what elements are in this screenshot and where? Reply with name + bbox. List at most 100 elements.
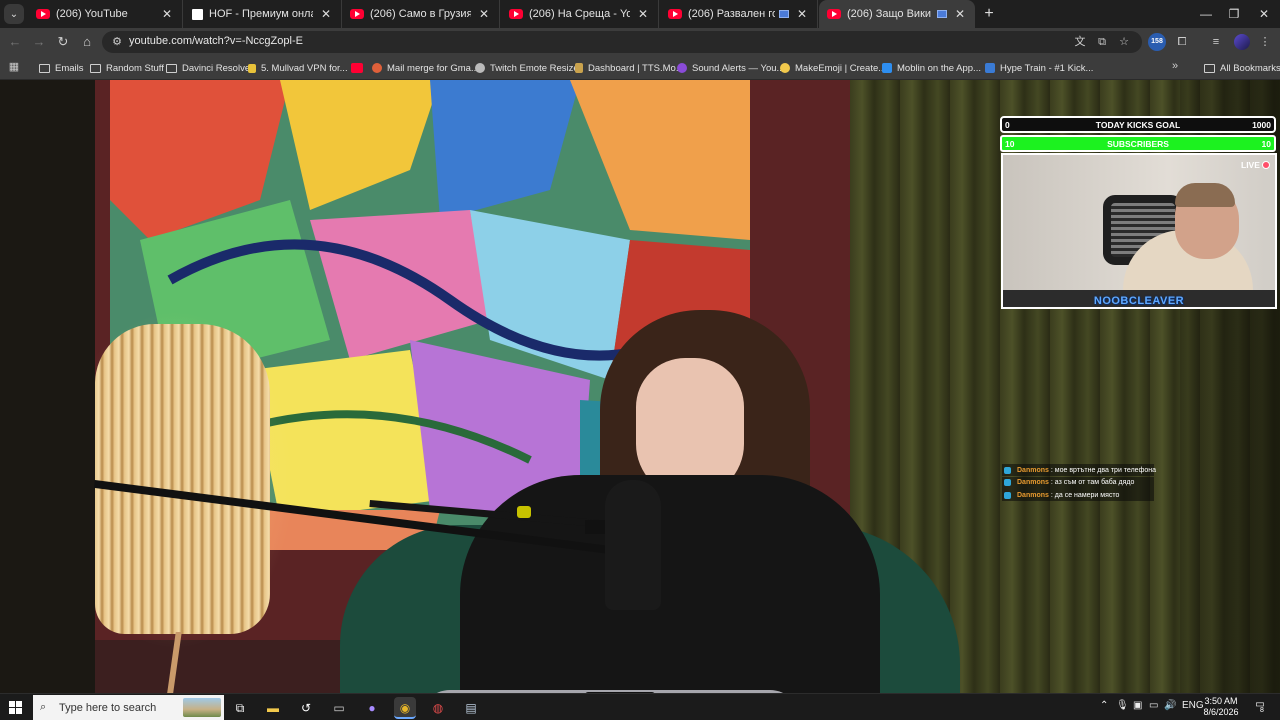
volume-icon[interactable]: 🔊 <box>1164 700 1176 711</box>
streamer-name: NOOBCLEAVER <box>1093 295 1185 307</box>
tab-georgia[interactable]: (206) Само в Грузия / Не бях в ✕ <box>342 0 500 28</box>
tab-search-button[interactable]: ⌄ <box>4 4 24 24</box>
chat-username: Danmons <box>1017 491 1049 499</box>
bookmark-tts[interactable]: Dashboard | TTS.Mo... <box>575 59 684 77</box>
chat-message: Danmons : мое вртътне два три телефона <box>1002 464 1156 476</box>
network-icon[interactable]: ▭ <box>1149 700 1158 711</box>
back-button[interactable]: ← <box>5 32 25 52</box>
tab-razvalen-godezh[interactable]: (206) Развален годеж, нов ✕ <box>660 0 818 28</box>
bookmark-label: MakeEmoji | Create... <box>795 62 887 74</box>
reload-button[interactable]: ↻ <box>53 32 73 52</box>
chat-username: Danmons <box>1017 466 1049 474</box>
task-view-icon[interactable]: ⧉ <box>229 697 251 719</box>
profile-avatar[interactable] <box>1234 34 1250 50</box>
translate-icon[interactable]: 文 <box>1072 34 1088 50</box>
kick-badge-icon <box>1004 491 1011 499</box>
menu-icon[interactable]: ⋮ <box>1257 34 1273 50</box>
bookmark-label: Random Stuff <box>106 62 164 74</box>
bookmark-davinci[interactable]: Davinci Resolve <box>166 59 250 77</box>
new-tab-button[interactable]: + <box>980 4 998 24</box>
bookmark-random-stuff[interactable]: Random Stuff <box>90 59 164 77</box>
windows-start-icon[interactable] <box>9 701 22 714</box>
bookmark-label: Moblin on the App... <box>897 62 981 74</box>
discord-icon[interactable]: ● <box>361 697 383 719</box>
bookmark-emails[interactable]: Emails <box>39 59 84 77</box>
close-icon[interactable]: ✕ <box>795 7 809 21</box>
streamer-hair <box>1175 183 1235 207</box>
bookmark-label: All Bookmarks <box>1220 62 1280 74</box>
tray-overflow-icon[interactable]: ⌃ <box>1100 700 1108 711</box>
sound-alerts-icon <box>677 63 687 73</box>
minimize-button[interactable]: — <box>1196 4 1216 24</box>
search-highlight-image <box>183 698 221 717</box>
mic-clip <box>517 506 531 518</box>
bookmark-label: Mail merge for Gma... <box>387 62 479 74</box>
system-clock[interactable]: 3:50 AM 8/6/2026 <box>1200 696 1242 718</box>
live-label: LIVE <box>1241 160 1260 170</box>
bookmark-label: Sound Alerts — You... <box>692 62 785 74</box>
youtube-icon <box>350 9 364 19</box>
tab-youtube-home[interactable]: (206) YouTube ✕ <box>28 0 183 28</box>
tab-hof[interactable]: HOF - Премиум онлайн магазин ✕ <box>184 0 342 28</box>
app-store-icon <box>882 63 892 73</box>
apps-grid-icon[interactable]: ▦ <box>7 60 21 74</box>
chat-username: Danmons <box>1017 479 1049 486</box>
address-bar[interactable]: ⚙ youtube.com/watch?v=-NccgZopl-E 文 ⧉ ☆ <box>102 31 1142 53</box>
restore-button[interactable]: ❐ <box>1224 4 1244 24</box>
display-icon[interactable]: ▣ <box>1133 700 1142 711</box>
tab-zashto-viki[interactable]: (206) Защо Вики се РАЗДЕ ✕ <box>819 0 975 28</box>
close-icon[interactable]: ✕ <box>953 7 967 21</box>
bookmarks-bar: ▦ Emails Random Stuff Davinci Resolve 5.… <box>0 56 1280 80</box>
clock-time: 3:50 AM <box>1204 696 1238 706</box>
file-explorer-icon[interactable]: ▬ <box>262 697 284 719</box>
microphone <box>605 480 661 610</box>
taskbar-search[interactable]: ⌕ Type here to search <box>33 695 224 720</box>
hype-train-icon <box>985 63 995 73</box>
bookmark-youtube[interactable] <box>351 59 368 77</box>
close-icon[interactable]: ✕ <box>636 7 650 21</box>
extensions-icon[interactable]: ⧠ <box>1174 34 1190 50</box>
site-info-icon[interactable]: ⚙ <box>110 34 124 50</box>
extension-badge[interactable]: 158 <box>1148 33 1166 51</box>
browser-toolbar: ← → ↻ ⌂ ⚙ youtube.com/watch?v=-NccgZopl-… <box>0 28 1280 56</box>
all-bookmarks[interactable]: All Bookmarks <box>1204 59 1280 77</box>
bookmark-mail-merge[interactable]: Mail merge for Gma... <box>372 59 479 77</box>
tab-strip: ⌄ (206) YouTube ✕ HOF - Премиум онлайн м… <box>0 0 1280 28</box>
youtube-icon <box>509 9 523 19</box>
notification-count: 8 <box>1260 707 1264 714</box>
bookmark-mullvad[interactable]: 5. Mullvad VPN for... <box>248 59 348 77</box>
bookmark-sound-alerts[interactable]: Sound Alerts — You... <box>677 59 784 77</box>
printer-app-icon[interactable]: ▭ <box>328 697 350 719</box>
bookmark-makeemoji[interactable]: MakeEmoji | Create... <box>780 59 886 77</box>
tts-icon <box>575 63 583 73</box>
chrome-icon[interactable]: ◉ <box>394 697 416 719</box>
forward-button[interactable]: → <box>29 32 49 52</box>
tab-na-sreshta[interactable]: (206) На Среща - YouTube ✕ <box>501 0 659 28</box>
home-button[interactable]: ⌂ <box>77 32 97 52</box>
notes-app-icon[interactable]: ▤ <box>460 697 482 719</box>
tab-title: (206) Защо Вики се РАЗДЕ <box>847 8 933 20</box>
install-app-icon[interactable]: ⧉ <box>1094 34 1110 50</box>
bookmark-hype-train[interactable]: Hype Train - #1 Kick... <box>985 59 1093 77</box>
tab-title: (206) Развален годеж, нов <box>688 8 775 20</box>
url-text[interactable]: youtube.com/watch?v=-NccgZopl-E <box>129 35 303 47</box>
folder-icon <box>39 63 50 73</box>
bookmark-twitch-emote[interactable]: Twitch Emote Resizer <box>475 59 582 77</box>
chat-text: : да се намери място <box>1050 491 1120 499</box>
reading-list-icon[interactable]: ≡ <box>1208 34 1224 50</box>
close-window-button[interactable]: ✕ <box>1254 4 1274 24</box>
bookmarks-more-button[interactable]: » <box>1172 60 1178 72</box>
bookmark-moblin[interactable]: Moblin on the App... <box>882 59 981 77</box>
bookmark-star-icon[interactable]: ☆ <box>1116 34 1132 50</box>
microphone-icon[interactable]: 🎙 <box>1116 700 1129 711</box>
mullvad-icon <box>248 63 256 73</box>
close-icon[interactable]: ✕ <box>160 7 174 21</box>
screen: ⌄ (206) YouTube ✕ HOF - Премиум онлайн м… <box>0 0 1280 720</box>
close-icon[interactable]: ✕ <box>319 7 333 21</box>
recorder-icon[interactable]: ◍ <box>427 697 449 719</box>
windows-taskbar: ⌕ Type here to search ⧉ ▬ ↺ ▭ ● ◉ ◍ ▤ ⌃ … <box>0 693 1280 720</box>
goal-label: TODAY KICKS GOAL <box>1095 120 1181 130</box>
tab-title: (206) Само в Грузия / Не бях в <box>370 8 471 20</box>
refresh-app-icon[interactable]: ↺ <box>295 697 317 719</box>
close-icon[interactable]: ✕ <box>477 7 491 21</box>
